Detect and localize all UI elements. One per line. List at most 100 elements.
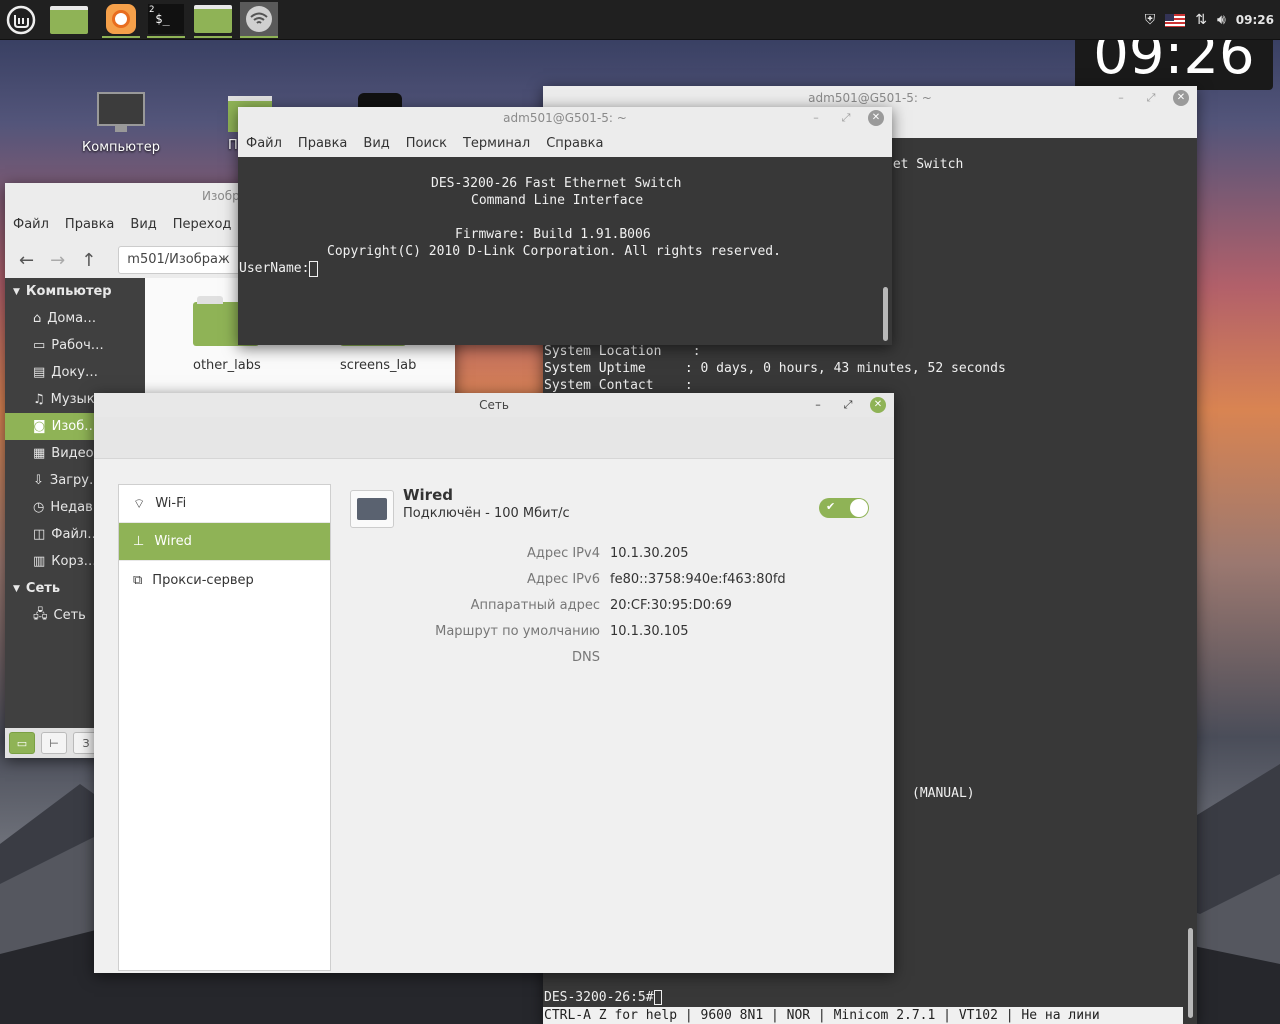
show-places-button[interactable]: ▭ [9, 732, 35, 754]
connection-label: Wired [154, 534, 192, 549]
menu-terminal[interactable]: Терминал [463, 136, 530, 151]
volume-icon[interactable]: 🔊︎ [1217, 12, 1226, 28]
recent-icon: ◷ [33, 500, 45, 515]
computer-icon [97, 92, 145, 126]
device-name: Wired [403, 486, 453, 504]
maximize-button[interactable]: ⤢ [1143, 90, 1159, 106]
folder-label: other_labs [193, 358, 261, 373]
sidebar-item-label: Дома… [47, 311, 97, 326]
network-icon [246, 6, 272, 32]
home-icon: ⌂ [33, 311, 42, 326]
menu-file[interactable]: Файл [246, 136, 282, 151]
connection-item-proxy[interactable]: ⧉ Прокси-сервер [119, 561, 330, 599]
panel-clock[interactable]: 09:26 [1236, 13, 1274, 27]
wired-icon: ⊥ [133, 534, 145, 549]
section-label: Сеть [25, 581, 61, 596]
sidebar-item[interactable]: ▭ Рабоч… [5, 332, 145, 359]
terminal-line: System Location : [544, 344, 701, 359]
cursor [309, 260, 319, 277]
close-button[interactable]: ✕ [870, 397, 886, 413]
terminal-banner-line: Command Line Interface [471, 193, 644, 208]
folder-icon [50, 6, 88, 34]
minimize-button[interactable]: – [1113, 90, 1129, 106]
detail-key: Адрес IPv4 [526, 546, 600, 561]
shield-icon[interactable]: ⛨ [1145, 12, 1156, 28]
mint-menu-button[interactable] [2, 2, 40, 38]
window-titlebar[interactable]: Сеть – ⤢ ✕ [94, 393, 894, 417]
prompt-text: DES-3200-26:5# [544, 990, 654, 1005]
wifi-icon: ⌔ [133, 496, 146, 512]
maximize-button[interactable]: ⤢ [838, 110, 854, 126]
files-launcher-2[interactable] [194, 2, 232, 38]
detail-key: Маршрут по умолчанию [435, 624, 600, 639]
up-arrow-icon[interactable]: ↑ [81, 250, 96, 271]
menu-file[interactable]: Файл [13, 217, 49, 232]
detail-key: DNS [572, 650, 600, 665]
terminal-banner-line: Copyright(C) 2010 D-Link Corporation. Al… [327, 244, 781, 259]
detail-value: 10.1.30.205 [610, 546, 689, 561]
terminal-header-text: net Switch [885, 157, 964, 172]
terminal-menubar: Файл Правка Вид Поиск Терминал Справка [238, 129, 892, 157]
network-launcher[interactable] [240, 2, 278, 38]
folder-icon: ▭ [16, 736, 28, 750]
show-treeview-button[interactable]: ⊢ [41, 732, 67, 754]
prompt-text: UserName: [239, 261, 310, 276]
scrollbar-thumb[interactable] [883, 287, 888, 341]
network-settings-window[interactable]: Сеть – ⤢ ✕ ⌔ Wi-Fi ⊥ Wired ⧉ Прокси-серв… [94, 393, 894, 973]
terminal-prompt[interactable]: UserName: [239, 260, 319, 277]
minicom-status-line: CTRL-A Z for help | 9600 8N1 | NOR | Min… [543, 1007, 1183, 1024]
firefox-launcher[interactable] [102, 2, 140, 38]
minimize-button[interactable]: – [808, 110, 824, 126]
connection-label: Wi-Fi [155, 496, 187, 511]
trash-icon: ▥ [33, 554, 46, 569]
sidebar-item-label: Изоб… [51, 419, 98, 434]
proxy-icon: ⧉ [133, 572, 143, 588]
terminal-line: System Contact : [544, 378, 693, 393]
back-arrow-icon[interactable]: ← [19, 250, 34, 271]
menu-search[interactable]: Поиск [406, 136, 447, 151]
sidebar-section-computer[interactable]: ▼ Компьютер [5, 278, 145, 305]
window-titlebar[interactable]: adm501@G501-5: ~ – ⤢ ✕ [238, 107, 892, 129]
connection-label: Прокси-сервер [152, 572, 254, 588]
menu-help[interactable]: Справка [546, 136, 603, 151]
terminal-prompt[interactable]: DES-3200-26:5# [544, 989, 662, 1006]
terminal-manual-text: (MANUAL) [912, 786, 975, 801]
connection-item-wifi[interactable]: ⌔ Wi-Fi [119, 485, 330, 523]
connection-list: ⌔ Wi-Fi ⊥ Wired ⧉ Прокси-сервер [118, 484, 331, 971]
sidebar-item-label: Корз… [51, 554, 97, 569]
menu-view[interactable]: Вид [130, 217, 156, 232]
toggle-knob [850, 499, 868, 517]
desktop-icon-label: Компьютер [82, 140, 160, 155]
desktop-clock-widget: 09:26 [1075, 40, 1273, 90]
terminal-window[interactable]: adm501@G501-5: ~ – ⤢ ✕ Файл Правка Вид П… [238, 107, 892, 345]
sidebar-item[interactable]: ▤ Доку… [5, 359, 145, 386]
scrollbar-thumb[interactable] [1188, 928, 1193, 1018]
filesystem-icon: ◫ [33, 527, 46, 542]
network-status-icon[interactable]: ⇅ [1195, 12, 1207, 28]
menu-edit[interactable]: Правка [65, 217, 114, 232]
keyboard-layout-flag-icon[interactable] [1165, 13, 1186, 27]
detail-value: 20:CF:30:95:D0:69 [610, 598, 732, 613]
menu-edit[interactable]: Правка [298, 136, 347, 151]
maximize-button[interactable]: ⤢ [840, 397, 856, 413]
window-title: adm501@G501-5: ~ [503, 111, 627, 125]
forward-arrow-icon[interactable]: → [50, 250, 65, 271]
sidebar-item[interactable]: ⌂ Дома… [5, 305, 145, 332]
connection-item-wired[interactable]: ⊥ Wired [119, 523, 330, 561]
menu-go[interactable]: Переход [173, 217, 232, 232]
close-button[interactable]: ✕ [868, 110, 884, 126]
sidebar-item-label: Видео [51, 446, 94, 461]
files-launcher[interactable] [50, 2, 88, 38]
terminal-window-count: 2 [149, 5, 155, 15]
camera-icon: ◙ [33, 419, 46, 434]
terminal-launcher[interactable]: $_ 2 [147, 2, 185, 38]
mint-menu-icon [6, 5, 36, 35]
folder-icon [194, 5, 232, 33]
menu-view[interactable]: Вид [363, 136, 389, 151]
top-panel: $_ 2 ⛨ ⇅ 🔊︎ 09:26 [0, 0, 1280, 40]
device-status: Подключён - 100 Мбит/с [403, 506, 570, 521]
close-button[interactable]: ✕ [1173, 90, 1189, 106]
connection-toggle[interactable]: ✔ [819, 498, 869, 518]
minimize-button[interactable]: – [810, 397, 826, 413]
desktop-icon-computer[interactable]: Компьютер [80, 92, 162, 155]
